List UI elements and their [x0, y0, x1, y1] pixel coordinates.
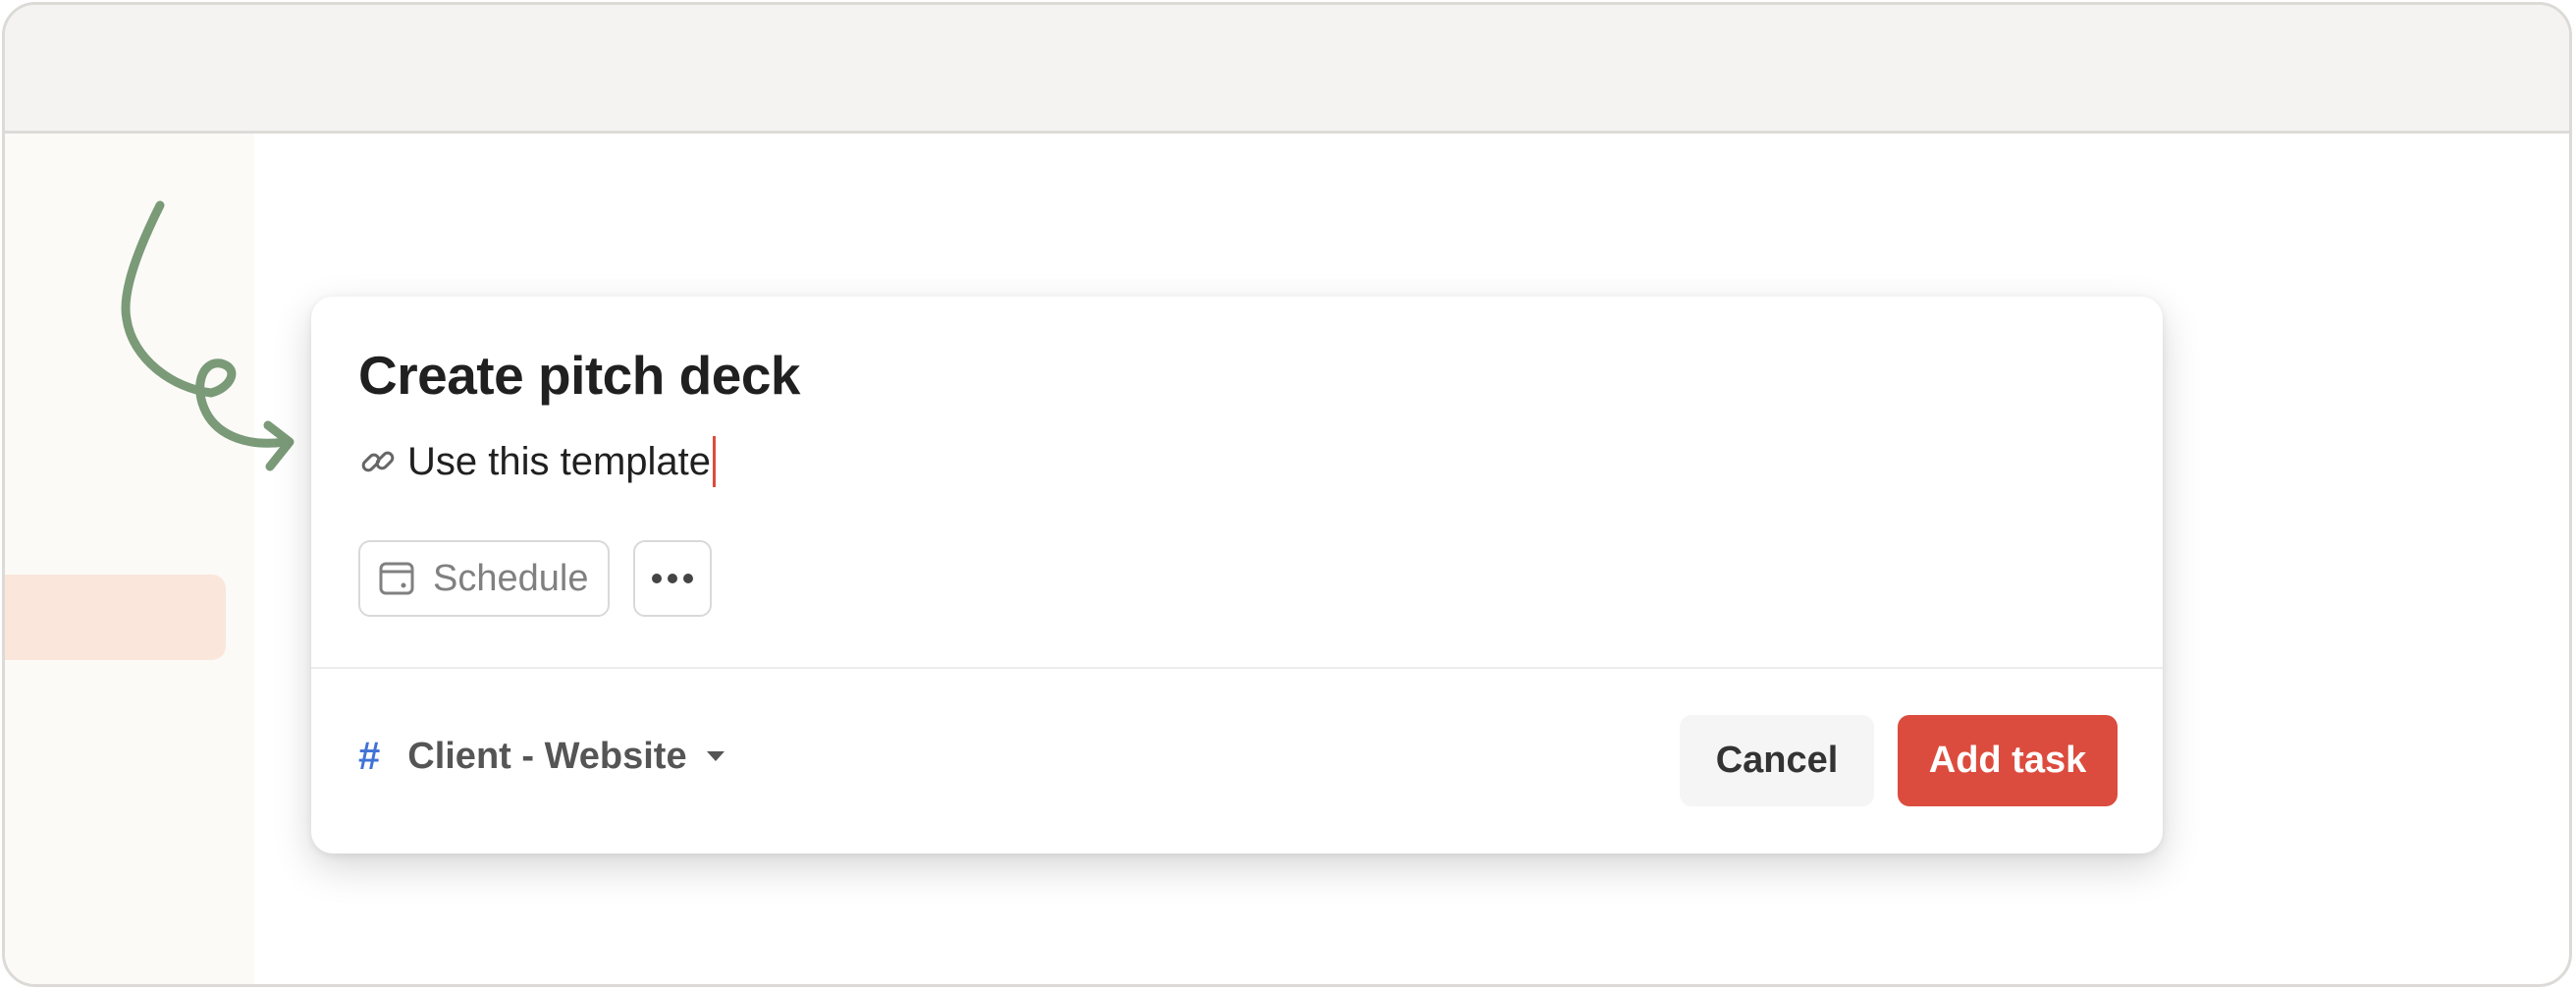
schedule-button[interactable]: Schedule: [358, 540, 610, 617]
schedule-label: Schedule: [433, 557, 589, 599]
hash-icon: #: [358, 734, 381, 778]
cancel-button[interactable]: Cancel: [1680, 715, 1874, 806]
task-name-input[interactable]: Create pitch deck: [358, 344, 801, 407]
add-task-button[interactable]: Add task: [1898, 715, 2118, 806]
link-icon: [361, 451, 395, 472]
app-window: Create pitch deck Use this template Sche…: [2, 2, 2572, 987]
caret-down-icon: [706, 751, 724, 761]
project-name: Client - Website: [407, 735, 687, 777]
project-selector[interactable]: # Client - Website: [358, 729, 726, 784]
title-bar: [5, 5, 2569, 134]
task-attribute-chips: Schedule: [358, 540, 712, 617]
hand-drawn-arrow-icon: [121, 200, 295, 471]
more-actions-button[interactable]: [633, 540, 712, 617]
calendar-icon: [379, 562, 414, 595]
sidebar-active-item[interactable]: [5, 575, 226, 660]
footer-divider: [311, 667, 2163, 669]
description-text: Use this template: [407, 436, 717, 487]
quick-add-task-dialog: Create pitch deck Use this template Sche…: [311, 297, 2163, 853]
task-description-input[interactable]: Use this template: [358, 436, 717, 487]
more-icon: [652, 574, 693, 583]
